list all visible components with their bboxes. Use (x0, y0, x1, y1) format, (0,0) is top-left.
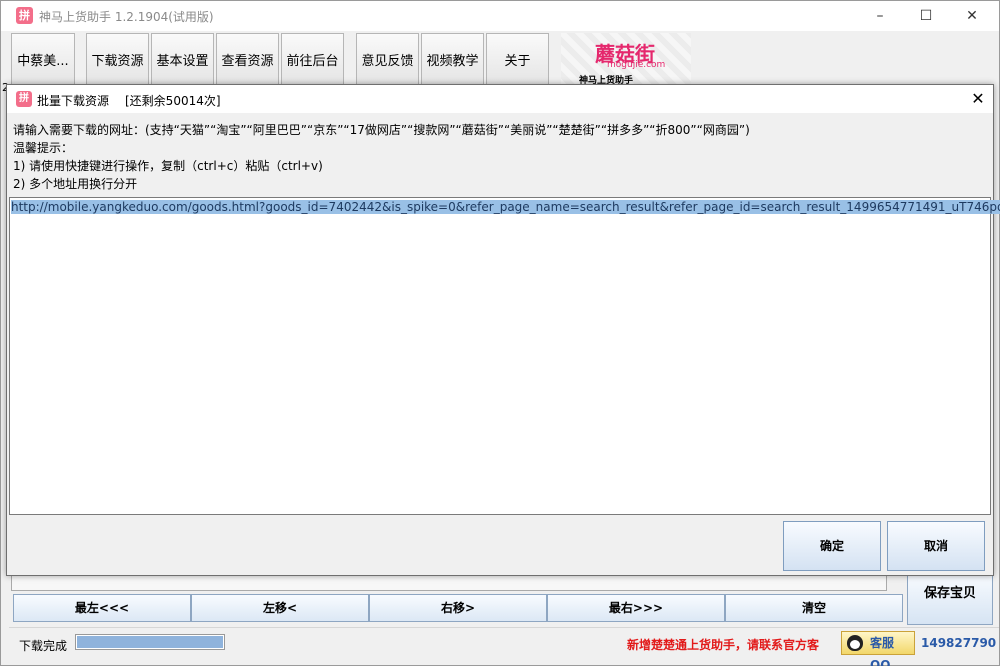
qq-penguin-icon (847, 635, 863, 651)
promo-text: 新增楚楚通上货助手，请联系官方客 (627, 638, 820, 652)
maximize-icon[interactable]: ☐ (903, 1, 949, 31)
shop-select-button[interactable]: 中蔡美... (11, 33, 75, 87)
remaining-count: [还剩余50014次] (125, 94, 221, 108)
basic-settings-button[interactable]: 基本设置 (151, 33, 214, 87)
status-bar: 下载完成 新增楚楚通上货助手，请联系官方客 客服QQ 149827790 (9, 627, 999, 666)
titlebar: 拼 神马上货助手 1.2.1904(试用版) – ☐ ✕ (1, 1, 999, 31)
goto-backend-button[interactable]: 前往后台 (281, 33, 344, 87)
status-label: 下载完成 (19, 639, 68, 653)
view-resource-button[interactable]: 查看资源 (216, 33, 279, 87)
batch-download-dialog: 拼 批量下载资源 [还剩余50014次] ✕ 请输入需要下载的网址：(支持“天猫… (6, 84, 1000, 576)
move-far-left-button[interactable]: 最左<<< (13, 594, 191, 622)
bottom-area: 最左<<< 左移< 右移> 最右>>> 清空 保存宝贝 下载完成 新增楚楚通上货… (9, 573, 999, 666)
instruction-tip-heading: 温馨提示： (13, 141, 74, 155)
progress-fill (77, 636, 223, 648)
qq-label: 客服QQ (870, 636, 895, 666)
about-button[interactable]: 关于 (486, 33, 549, 87)
minimize-icon[interactable]: – (857, 1, 903, 31)
confirm-button[interactable]: 确定 (783, 521, 881, 571)
platform-logo: 蘑菇街 mogujie.com 神马上货助手 (561, 33, 691, 87)
dialog-close-icon[interactable]: ✕ (965, 87, 991, 111)
dialog-title: 批量下载资源 (37, 94, 110, 108)
toolbar: 中蔡美... 下载资源 基本设置 查看资源 前往后台 意见反馈 视频教学 关于 … (1, 31, 999, 87)
move-left-button[interactable]: 左移< (191, 594, 369, 622)
download-resource-button[interactable]: 下载资源 (86, 33, 149, 87)
url-text: http://mobile.yangkeduo.com/goods.html?g… (11, 200, 1000, 214)
logo-sub-text: mogujie.com (607, 60, 666, 70)
dialog-titlebar: 拼 批量下载资源 [还剩余50014次] ✕ (7, 85, 993, 113)
move-right-button[interactable]: 右移> (369, 594, 547, 622)
instruction-supported-sites: 请输入需要下载的网址：(支持“天猫”“淘宝”“阿里巴巴”“京东”“17做网店”“… (13, 123, 750, 137)
clear-button[interactable]: 清空 (725, 594, 903, 622)
window-title: 神马上货助手 1.2.1904(试用版) (39, 10, 214, 24)
download-progress (75, 634, 225, 650)
support-qq-button[interactable]: 客服QQ (841, 631, 915, 666)
app-logo-icon: 拼 (16, 7, 33, 24)
url-textarea[interactable]: http://mobile.yangkeduo.com/goods.html?g… (9, 197, 1000, 515)
video-tutorial-button[interactable]: 视频教学 (421, 33, 484, 87)
instruction-tip-2: 2) 多个地址用换行分开 (13, 177, 138, 191)
move-far-right-button[interactable]: 最右>>> (547, 594, 725, 622)
dialog-app-icon: 拼 (16, 91, 32, 107)
instruction-tip-1: 1) 请使用快捷键进行操作，复制（ctrl+c）粘贴（ctrl+v) (13, 159, 323, 173)
qq-number: 149827790 (921, 636, 997, 650)
feedback-button[interactable]: 意见反馈 (356, 33, 419, 87)
cancel-button[interactable]: 取消 (887, 521, 985, 571)
close-window-icon[interactable]: ✕ (949, 1, 995, 31)
save-item-button[interactable]: 保存宝贝 (907, 573, 993, 625)
